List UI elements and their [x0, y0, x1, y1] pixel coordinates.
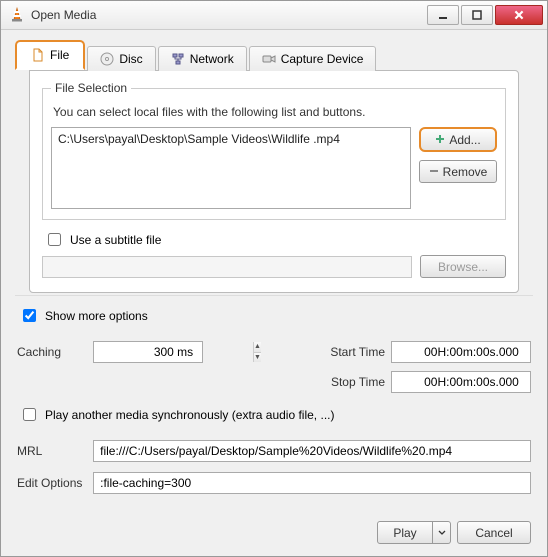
start-time-spinner[interactable]: ▲▼ — [391, 341, 531, 363]
caching-label: Caching — [17, 345, 87, 359]
disc-icon — [100, 52, 114, 66]
caching-spinner[interactable]: ▲▼ — [93, 341, 203, 363]
subtitle-checkbox[interactable] — [48, 233, 61, 246]
file-selection-hint: You can select local files with the foll… — [53, 105, 497, 119]
show-more-row: Show more options — [19, 306, 529, 325]
show-more-label: Show more options — [45, 309, 148, 323]
stop-time-spinner[interactable]: ▲▼ — [391, 371, 531, 393]
extra-media-checkbox[interactable] — [23, 408, 36, 421]
extra-media-row: Play another media synchronously (extra … — [19, 405, 529, 424]
tab-disc[interactable]: Disc — [87, 46, 155, 71]
network-icon — [171, 52, 185, 66]
play-button-label: Play — [393, 526, 416, 540]
edit-options-label: Edit Options — [17, 476, 83, 490]
cancel-button-label: Cancel — [475, 526, 512, 540]
tab-network[interactable]: Network — [158, 46, 247, 71]
stop-time-input[interactable] — [392, 372, 548, 392]
minus-icon — [429, 165, 439, 179]
dialog-content: File Disc Network Capture Device File Se — [1, 30, 547, 556]
mrl-input[interactable] — [93, 440, 531, 462]
vlc-icon — [9, 7, 25, 23]
tab-capture[interactable]: Capture Device — [249, 46, 377, 71]
tab-file[interactable]: File — [15, 40, 85, 70]
spin-down-icon[interactable]: ▼ — [254, 353, 261, 363]
minimize-button[interactable] — [427, 5, 459, 25]
subtitle-checkbox-row: Use a subtitle file — [44, 230, 504, 249]
capture-icon — [262, 52, 276, 66]
tab-disc-label: Disc — [119, 52, 142, 66]
plus-icon — [435, 133, 445, 147]
spin-up-icon[interactable]: ▲ — [254, 342, 261, 353]
browse-button-label: Browse... — [438, 260, 488, 274]
file-selection-legend: File Selection — [51, 81, 131, 95]
dialog-footer: Play Cancel — [1, 507, 547, 556]
chevron-down-icon — [438, 526, 446, 540]
cancel-button[interactable]: Cancel — [457, 521, 531, 544]
remove-button-label: Remove — [443, 165, 488, 179]
file-list[interactable]: C:\Users\payal\Desktop\Sample Videos\Wil… — [51, 127, 411, 209]
edit-options-input[interactable] — [93, 472, 531, 494]
file-selection-group: File Selection You can select local file… — [42, 81, 506, 220]
start-time-input[interactable] — [392, 342, 548, 362]
close-button[interactable] — [495, 5, 543, 25]
open-media-dialog: Open Media File Disc Network — [0, 0, 548, 557]
caching-input[interactable] — [94, 342, 253, 362]
remove-button[interactable]: Remove — [419, 160, 497, 183]
browse-button[interactable]: Browse... — [420, 255, 506, 278]
maximize-button[interactable] — [461, 5, 493, 25]
file-icon — [31, 48, 45, 62]
add-button[interactable]: Add... — [419, 127, 497, 152]
mrl-label: MRL — [17, 444, 83, 458]
start-time-label: Start Time — [303, 345, 385, 359]
subtitle-label: Use a subtitle file — [70, 233, 161, 247]
tab-bar: File Disc Network Capture Device — [15, 40, 533, 70]
window-title: Open Media — [31, 8, 427, 22]
tab-file-label: File — [50, 48, 69, 62]
stop-time-label: Stop Time — [303, 375, 385, 389]
subtitle-path-input — [42, 256, 412, 278]
titlebar[interactable]: Open Media — [1, 1, 547, 30]
add-button-label: Add... — [449, 133, 480, 147]
file-panel: File Selection You can select local file… — [29, 70, 519, 293]
play-dropdown-button[interactable] — [433, 521, 451, 544]
tab-capture-label: Capture Device — [281, 52, 364, 66]
tab-network-label: Network — [190, 52, 234, 66]
file-list-item[interactable]: C:\Users\payal\Desktop\Sample Videos\Wil… — [58, 132, 404, 146]
show-more-checkbox[interactable] — [23, 309, 36, 322]
play-button[interactable]: Play — [377, 521, 433, 544]
extra-media-label: Play another media synchronously (extra … — [45, 408, 334, 422]
